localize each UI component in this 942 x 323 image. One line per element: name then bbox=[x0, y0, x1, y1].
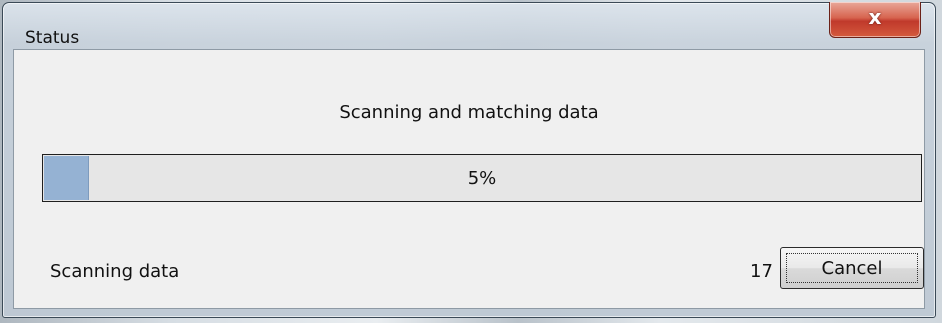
progress-percent: 5% bbox=[467, 168, 497, 189]
dialog-body: Scanning and matching data 5% Scanning d… bbox=[13, 49, 925, 309]
cancel-button-label: Cancel bbox=[821, 258, 883, 279]
window-title: Status bbox=[25, 28, 80, 48]
status-dialog: Status x Scanning and matching data 5% S… bbox=[2, 2, 936, 318]
progress-bar: 5% bbox=[42, 154, 922, 202]
operation-heading: Scanning and matching data bbox=[339, 102, 599, 123]
close-icon: x bbox=[868, 5, 882, 29]
cancel-button[interactable]: Cancel bbox=[780, 247, 924, 289]
title-bar[interactable]: Status x bbox=[3, 2, 935, 47]
item-count: 17 bbox=[750, 261, 773, 282]
status-text: Scanning data bbox=[50, 261, 180, 282]
close-button[interactable]: x bbox=[829, 2, 921, 38]
